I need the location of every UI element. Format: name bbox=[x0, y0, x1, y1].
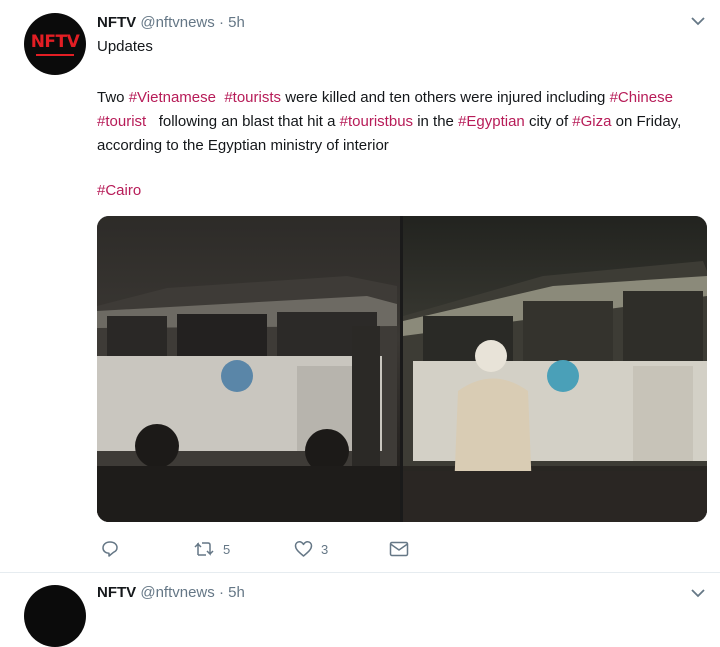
tweet-text-segment: following an blast that hit a bbox=[146, 113, 340, 130]
tweet[interactable]: NFTV NFTV @nftvnews · 5h Updates Two #Vi… bbox=[0, 0, 720, 573]
heart-icon bbox=[294, 541, 313, 557]
like-button[interactable]: 3 bbox=[294, 537, 328, 561]
avatar-logo-text: NFTV bbox=[30, 32, 80, 52]
like-count: 3 bbox=[321, 541, 329, 557]
author-name[interactable]: NFTV bbox=[97, 14, 136, 31]
reply-button[interactable] bbox=[101, 537, 119, 561]
media-gallery[interactable] bbox=[97, 216, 707, 522]
hashtag-cairo[interactable]: #Cairo bbox=[97, 182, 141, 199]
author-handle-2[interactable]: @nftvnews bbox=[140, 584, 214, 601]
separator-dot-2: · bbox=[218, 584, 224, 601]
tweet-heading: Updates bbox=[97, 38, 153, 55]
photo-damaged-bus-left[interactable] bbox=[97, 216, 400, 522]
hashtag-link[interactable]: #Chinese bbox=[610, 89, 673, 106]
avatar-logo-underline bbox=[36, 54, 74, 56]
hashtag-link[interactable]: #tourists bbox=[224, 89, 281, 106]
retweet-count: 5 bbox=[223, 541, 231, 557]
hashtag-link[interactable]: #Vietnamese bbox=[129, 89, 216, 106]
chevron-down-icon[interactable] bbox=[690, 15, 706, 27]
hashtag-link[interactable]: #tourist bbox=[97, 113, 146, 130]
photo-damaged-bus-right[interactable] bbox=[403, 216, 707, 522]
envelope-icon bbox=[389, 541, 409, 557]
tweet-timestamp[interactable]: 5h bbox=[228, 14, 245, 31]
bus-illustration-right bbox=[403, 261, 707, 522]
bus-illustration-left bbox=[97, 276, 400, 522]
avatar-2[interactable] bbox=[24, 585, 86, 647]
avatar[interactable]: NFTV bbox=[24, 13, 86, 75]
reply-icon bbox=[102, 541, 118, 557]
author-handle[interactable]: @nftvnews bbox=[140, 14, 214, 31]
direct-message-button[interactable] bbox=[389, 537, 409, 561]
tweet-2-timestamp[interactable]: 5h bbox=[228, 584, 245, 601]
tweet-text-segment: city of bbox=[524, 113, 573, 130]
tweet-actions: 5 3 bbox=[97, 537, 427, 561]
tweet-text: Two #Vietnamese #tourists were killed an… bbox=[97, 86, 697, 158]
tweet-text-segment: Two bbox=[97, 89, 129, 106]
author-name-2[interactable]: NFTV bbox=[97, 584, 136, 601]
hashtag-link[interactable]: #Egyptian bbox=[458, 113, 525, 130]
chevron-down-icon-2[interactable] bbox=[690, 587, 706, 599]
tweet-header: NFTV @nftvnews · 5h bbox=[97, 14, 245, 31]
hashtag-link[interactable]: #Giza bbox=[572, 113, 611, 130]
hashtag-link[interactable]: #Cairo bbox=[97, 182, 141, 199]
tweet-text-segment bbox=[673, 89, 677, 106]
separator-dot: · bbox=[218, 14, 224, 31]
tweet-text-segment: were killed and ten others were injured … bbox=[281, 89, 610, 106]
retweet-button[interactable]: 5 bbox=[193, 537, 230, 561]
tweet-2-header: NFTV @nftvnews · 5h bbox=[97, 584, 245, 601]
hashtag-link[interactable]: #touristbus bbox=[340, 113, 413, 130]
retweet-icon bbox=[194, 542, 214, 556]
tweet-text-segment: in the bbox=[413, 113, 459, 130]
